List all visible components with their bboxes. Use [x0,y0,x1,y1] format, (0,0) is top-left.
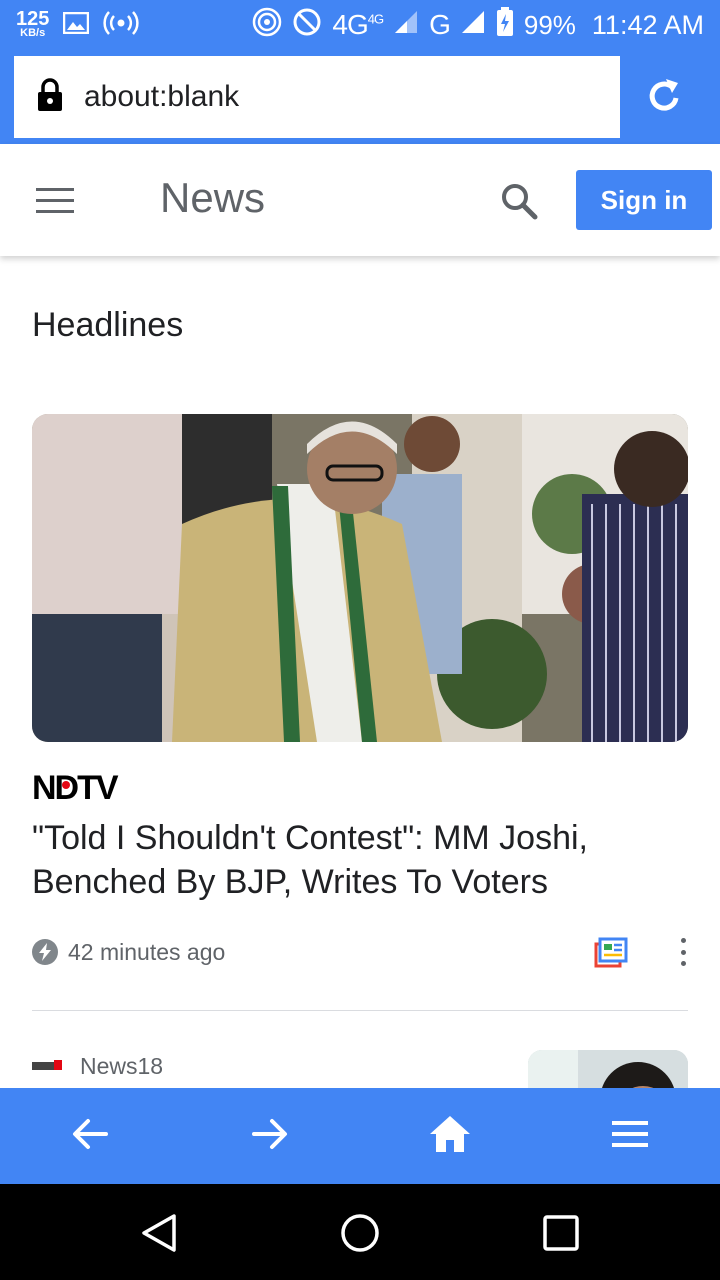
menu-icon [610,1118,650,1155]
section-title: Headlines [32,306,184,344]
sign-in-button[interactable]: Sign in [576,170,712,230]
do-not-disturb-icon [292,7,322,44]
article-source-row: News18 [32,1050,163,1082]
status-bar: 125 KB/s 4G4G G 99% 11:42 AM [0,0,720,50]
article-image[interactable] [32,414,688,742]
browser-toolbar [0,1088,720,1184]
triangle-back-icon [138,1214,180,1258]
page-title: News [160,174,266,221]
system-back-button[interactable] [138,1212,180,1254]
news18-logo [32,1059,62,1073]
network-speed: 125 KB/s [16,9,49,39]
network-type: 4G4G [332,9,384,40]
article-time: 42 minutes ago [68,938,226,965]
battery-charging-icon [496,6,514,44]
speed-unit: KB/s [20,27,46,39]
battery-percent: 99% [523,9,576,40]
arrow-forward-icon [250,1114,290,1159]
svg-text:NDTV: NDTV [32,772,119,802]
arrow-back-icon [70,1114,110,1159]
more-vert-icon[interactable] [678,938,688,966]
clock: 11:42 AM [591,9,704,40]
signal-icon-1 [393,9,419,42]
back-button[interactable] [66,1112,114,1160]
signal-icon-2 [460,9,486,42]
circle-home-icon [339,1214,381,1258]
ndtv-logo: NDTV [32,769,164,807]
system-recents-button[interactable] [540,1212,582,1254]
reload-button[interactable] [630,60,700,134]
url-field[interactable]: about:blank [14,56,620,138]
bolt-icon [32,939,58,965]
browser-menu-button[interactable] [606,1112,654,1160]
wifi-signal-icon [252,7,282,44]
address-bar: about:blank [0,50,720,144]
home-icon [428,1114,472,1159]
home-button[interactable] [426,1112,474,1160]
system-navigation-bar [0,1184,720,1280]
article-meta: 42 minutes ago [32,932,692,972]
lock-icon [36,77,64,117]
search-icon [498,184,542,228]
news-header: News Sign in [0,144,720,256]
search-button[interactable] [498,180,542,224]
url-text: about:blank [84,80,240,113]
forward-button[interactable] [246,1112,294,1160]
hotspot-icon [103,10,140,41]
reload-icon [645,75,685,120]
menu-button[interactable] [36,188,76,214]
image-icon [63,11,90,39]
system-home-button[interactable] [339,1212,381,1254]
divider [32,1010,688,1011]
article-title[interactable]: "Told I Shouldn't Contest": MM Joshi, Be… [32,816,672,904]
article-source: News18 [80,1052,164,1079]
menu-icon [36,188,74,191]
network-type-2: G [429,9,451,40]
square-recents-icon [540,1215,582,1258]
full-coverage-icon[interactable] [594,936,628,968]
